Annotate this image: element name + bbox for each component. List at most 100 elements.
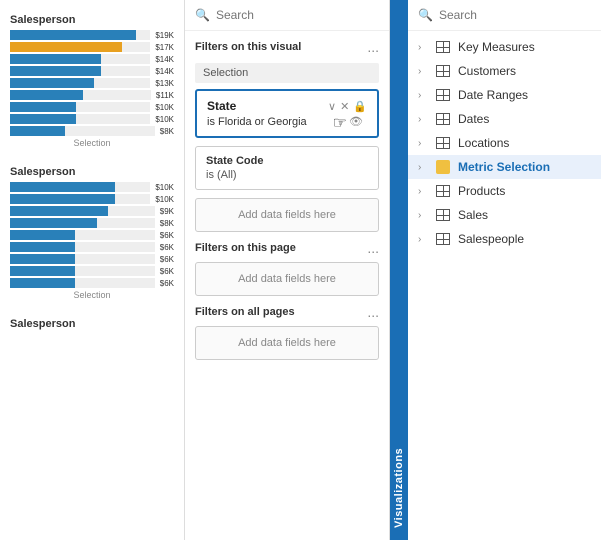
clear-filter-icon[interactable]: ✕ bbox=[340, 100, 349, 113]
bar-track bbox=[10, 102, 150, 112]
right-search-input[interactable] bbox=[439, 8, 594, 22]
section-label-2: Selection bbox=[10, 290, 174, 300]
table-icon bbox=[436, 89, 450, 101]
bar-track bbox=[10, 54, 150, 64]
bar-row: $19K bbox=[10, 30, 174, 40]
right-panel: Visualizations 🔍 › Key Measures › bbox=[390, 0, 601, 540]
bar-track bbox=[10, 78, 150, 88]
visualizations-tab-label[interactable]: Visualizations bbox=[390, 0, 408, 540]
bar-value: $14K bbox=[155, 67, 174, 76]
bar-track bbox=[10, 126, 155, 136]
bar-track bbox=[10, 218, 155, 228]
viz-item-sales[interactable]: › Sales bbox=[408, 203, 601, 227]
add-data-btn-visual[interactable]: Add data fields here bbox=[195, 198, 379, 232]
bar-row: $6K bbox=[10, 230, 174, 240]
selection-label: Selection bbox=[195, 63, 379, 83]
bar-track bbox=[10, 90, 151, 100]
filters-all-ellipsis[interactable]: ... bbox=[367, 304, 379, 320]
viz-item-salespeople[interactable]: › Salespeople bbox=[408, 227, 601, 251]
bar-row: $14K bbox=[10, 66, 174, 76]
viz-label-dates: Dates bbox=[458, 112, 594, 126]
viz-item-metric-selection[interactable]: › Metric Selection bbox=[408, 155, 601, 179]
filters-page-header: Filters on this page ... bbox=[195, 240, 379, 256]
bar-row: $6K bbox=[10, 254, 174, 264]
bar-value: $11K bbox=[156, 91, 174, 100]
chevron-down-icon[interactable]: ∨ bbox=[328, 100, 336, 113]
filters-page-ellipsis[interactable]: ... bbox=[367, 240, 379, 256]
chevron-icon: › bbox=[418, 162, 428, 173]
bar-value: $19K bbox=[155, 31, 174, 40]
state-filter-title: State bbox=[207, 99, 236, 113]
bar-value: $6K bbox=[160, 255, 174, 264]
add-data-btn-page[interactable]: Add data fields here bbox=[195, 262, 379, 296]
bar-value: $6K bbox=[160, 267, 174, 276]
bar-row: $6K bbox=[10, 266, 174, 276]
add-data-btn-all[interactable]: Add data fields here bbox=[195, 326, 379, 360]
filters-ellipsis-btn[interactable]: ... bbox=[367, 39, 379, 55]
bar-value: $6K bbox=[160, 243, 174, 252]
bar-value: $9K bbox=[160, 207, 174, 216]
viz-label-sales: Sales bbox=[458, 208, 594, 222]
viz-label-products: Products bbox=[458, 184, 594, 198]
chart-section-3: Salesperson bbox=[0, 312, 184, 340]
bar-value: $6K bbox=[160, 279, 174, 288]
filters-all-title: Filters on all pages bbox=[195, 306, 295, 318]
right-search-box: 🔍 bbox=[408, 0, 601, 31]
chevron-icon: › bbox=[418, 90, 428, 101]
viz-label-date-ranges: Date Ranges bbox=[458, 88, 594, 102]
middle-search-box: 🔍 bbox=[185, 0, 389, 31]
bar-track bbox=[10, 278, 155, 288]
bar-value: $6K bbox=[160, 231, 174, 240]
bar-row: $10K bbox=[10, 194, 174, 204]
bar-track bbox=[10, 266, 155, 276]
chart-title-3: Salesperson bbox=[10, 318, 174, 330]
bar-row: $6K bbox=[10, 278, 174, 288]
filters-visual-title: Filters on this visual bbox=[195, 41, 301, 53]
left-panel: Salesperson $19K $17K $14K $14K $13K $11… bbox=[0, 0, 185, 540]
filters-section: Filters on this visual ... Selection Sta… bbox=[185, 31, 389, 540]
viz-item-products[interactable]: › Products bbox=[408, 179, 601, 203]
viz-item-key-measures[interactable]: › Key Measures bbox=[408, 35, 601, 59]
bar-value: $8K bbox=[160, 219, 174, 228]
bar-track bbox=[10, 30, 150, 40]
table-icon bbox=[436, 41, 450, 53]
table-icon bbox=[436, 233, 450, 245]
bar-value: $10K bbox=[155, 195, 174, 204]
filters-all-header: Filters on all pages ... bbox=[195, 304, 379, 320]
state-code-filter-value: is (All) bbox=[206, 169, 368, 181]
viz-item-date-ranges[interactable]: › Date Ranges bbox=[408, 83, 601, 107]
bar-track bbox=[10, 242, 155, 252]
chevron-icon: › bbox=[418, 138, 428, 149]
lock-icon[interactable]: 🔒 bbox=[353, 100, 367, 113]
bar-track bbox=[10, 66, 150, 76]
yellow-icon bbox=[436, 160, 450, 174]
state-code-filter-title: State Code bbox=[206, 155, 368, 167]
table-icon bbox=[436, 137, 450, 149]
state-filter-card[interactable]: State ∨ ✕ 🔒 is Florida or Georgia ☞ 👁 bbox=[195, 89, 379, 138]
viz-label-metric-selection: Metric Selection bbox=[458, 160, 594, 174]
chart-section-1: Salesperson $19K $17K $14K $14K $13K $11… bbox=[0, 8, 184, 160]
bar-track bbox=[10, 42, 150, 52]
chevron-icon: › bbox=[418, 66, 428, 77]
state-code-filter-card[interactable]: State Code is (All) bbox=[195, 146, 379, 190]
bar-track bbox=[10, 182, 150, 192]
chevron-icon: › bbox=[418, 186, 428, 197]
bar-value: $10K bbox=[155, 115, 174, 124]
bar-row: $10K bbox=[10, 102, 174, 112]
viz-label-salespeople: Salespeople bbox=[458, 232, 594, 246]
viz-list: › Key Measures › Customers bbox=[408, 31, 601, 540]
bar-value: $10K bbox=[155, 103, 174, 112]
viz-item-customers[interactable]: › Customers bbox=[408, 59, 601, 83]
middle-search-input[interactable] bbox=[216, 8, 379, 22]
chart-section-2: Salesperson $10K $10K $9K $8K $6K $6K $6… bbox=[0, 160, 184, 312]
filters-header: Filters on this visual ... bbox=[195, 39, 379, 55]
table-icon bbox=[436, 113, 450, 125]
visibility-icon[interactable]: 👁 bbox=[349, 115, 363, 128]
viz-item-dates[interactable]: › Dates bbox=[408, 107, 601, 131]
chart-title-2: Salesperson bbox=[10, 166, 174, 178]
viz-item-locations[interactable]: › Locations bbox=[408, 131, 601, 155]
right-content: 🔍 › Key Measures › bbox=[408, 0, 601, 540]
chart-title-1: Salesperson bbox=[10, 14, 174, 26]
middle-panel: 🔍 Filters on this visual ... Selection S… bbox=[185, 0, 390, 540]
chevron-icon: › bbox=[418, 234, 428, 245]
